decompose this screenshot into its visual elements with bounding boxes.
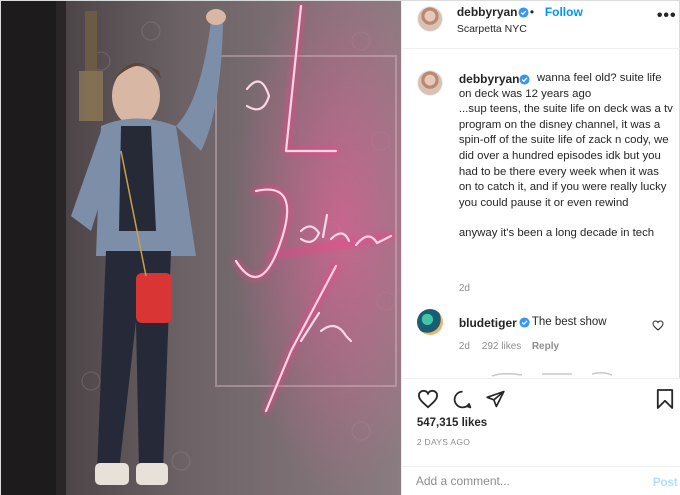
comment-time: 2d bbox=[458, 341, 470, 352]
caption-line-1: wanna feel old? suite life on deck was 1… bbox=[458, 72, 662, 100]
save-bookmark-icon[interactable] bbox=[656, 388, 674, 410]
author-username[interactable]: debbyryan bbox=[457, 5, 518, 19]
share-paper-plane-icon[interactable] bbox=[485, 389, 506, 409]
author-avatar[interactable] bbox=[416, 6, 443, 32]
verified-badge-icon bbox=[519, 317, 530, 328]
post-photo[interactable] bbox=[1, 1, 401, 495]
likes-count[interactable]: 547,315 likes bbox=[417, 417, 487, 429]
caption-line-3: anyway it's been a long decade in tech bbox=[458, 227, 655, 240]
reply-button[interactable]: Reply bbox=[532, 341, 559, 352]
post-side-panel: debbyryan • Follow Scarpetta NYC ••• deb… bbox=[400, 1, 680, 495]
commenter-username[interactable]: bludetiger bbox=[459, 316, 517, 330]
comment-like-icon[interactable] bbox=[652, 320, 664, 331]
caption-time: 2d bbox=[458, 283, 470, 294]
comment-text: The best show bbox=[531, 316, 607, 328]
truncated-comment-icon bbox=[491, 371, 613, 377]
post-timestamp[interactable]: 2 DAYS AGO bbox=[417, 437, 470, 447]
add-comment-input[interactable] bbox=[415, 474, 636, 488]
photo-illustration bbox=[1, 1, 401, 495]
more-comments-hint bbox=[462, 367, 662, 377]
comment-bubble-icon[interactable] bbox=[452, 389, 473, 410]
caption-avatar[interactable] bbox=[416, 70, 443, 96]
instagram-post: debbyryan • Follow Scarpetta NYC ••• deb… bbox=[0, 0, 680, 495]
commenter-avatar[interactable] bbox=[416, 309, 443, 335]
add-comment-bar: Post bbox=[401, 466, 680, 495]
caption-text: wanna feel old? suite life on deck was 1… bbox=[459, 71, 673, 242]
separator-dot: • bbox=[529, 5, 535, 19]
post-location[interactable]: Scarpetta NYC bbox=[457, 23, 527, 35]
comment-likes[interactable]: 292 likes bbox=[482, 341, 521, 352]
caption-line-2: ...sup teens, the suite life on deck was… bbox=[458, 103, 673, 209]
like-heart-icon[interactable] bbox=[417, 389, 439, 409]
more-options-icon[interactable]: ••• bbox=[657, 7, 677, 25]
post-comment-button[interactable]: Post bbox=[653, 477, 678, 489]
verified-badge-icon bbox=[518, 7, 529, 18]
action-section: 547,315 likes 2 DAYS AGO Post bbox=[401, 378, 680, 495]
post-header: debbyryan • Follow Scarpetta NYC ••• bbox=[401, 1, 680, 49]
follow-button[interactable]: Follow bbox=[545, 5, 583, 19]
